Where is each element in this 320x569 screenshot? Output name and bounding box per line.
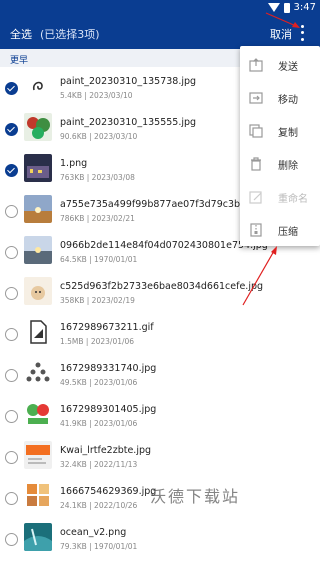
arrow-to-compress bbox=[242, 250, 275, 306]
watermark: 沃德下载站 bbox=[150, 487, 241, 506]
arrow-to-menu-button bbox=[265, 12, 297, 27]
arrowhead bbox=[292, 22, 300, 28]
